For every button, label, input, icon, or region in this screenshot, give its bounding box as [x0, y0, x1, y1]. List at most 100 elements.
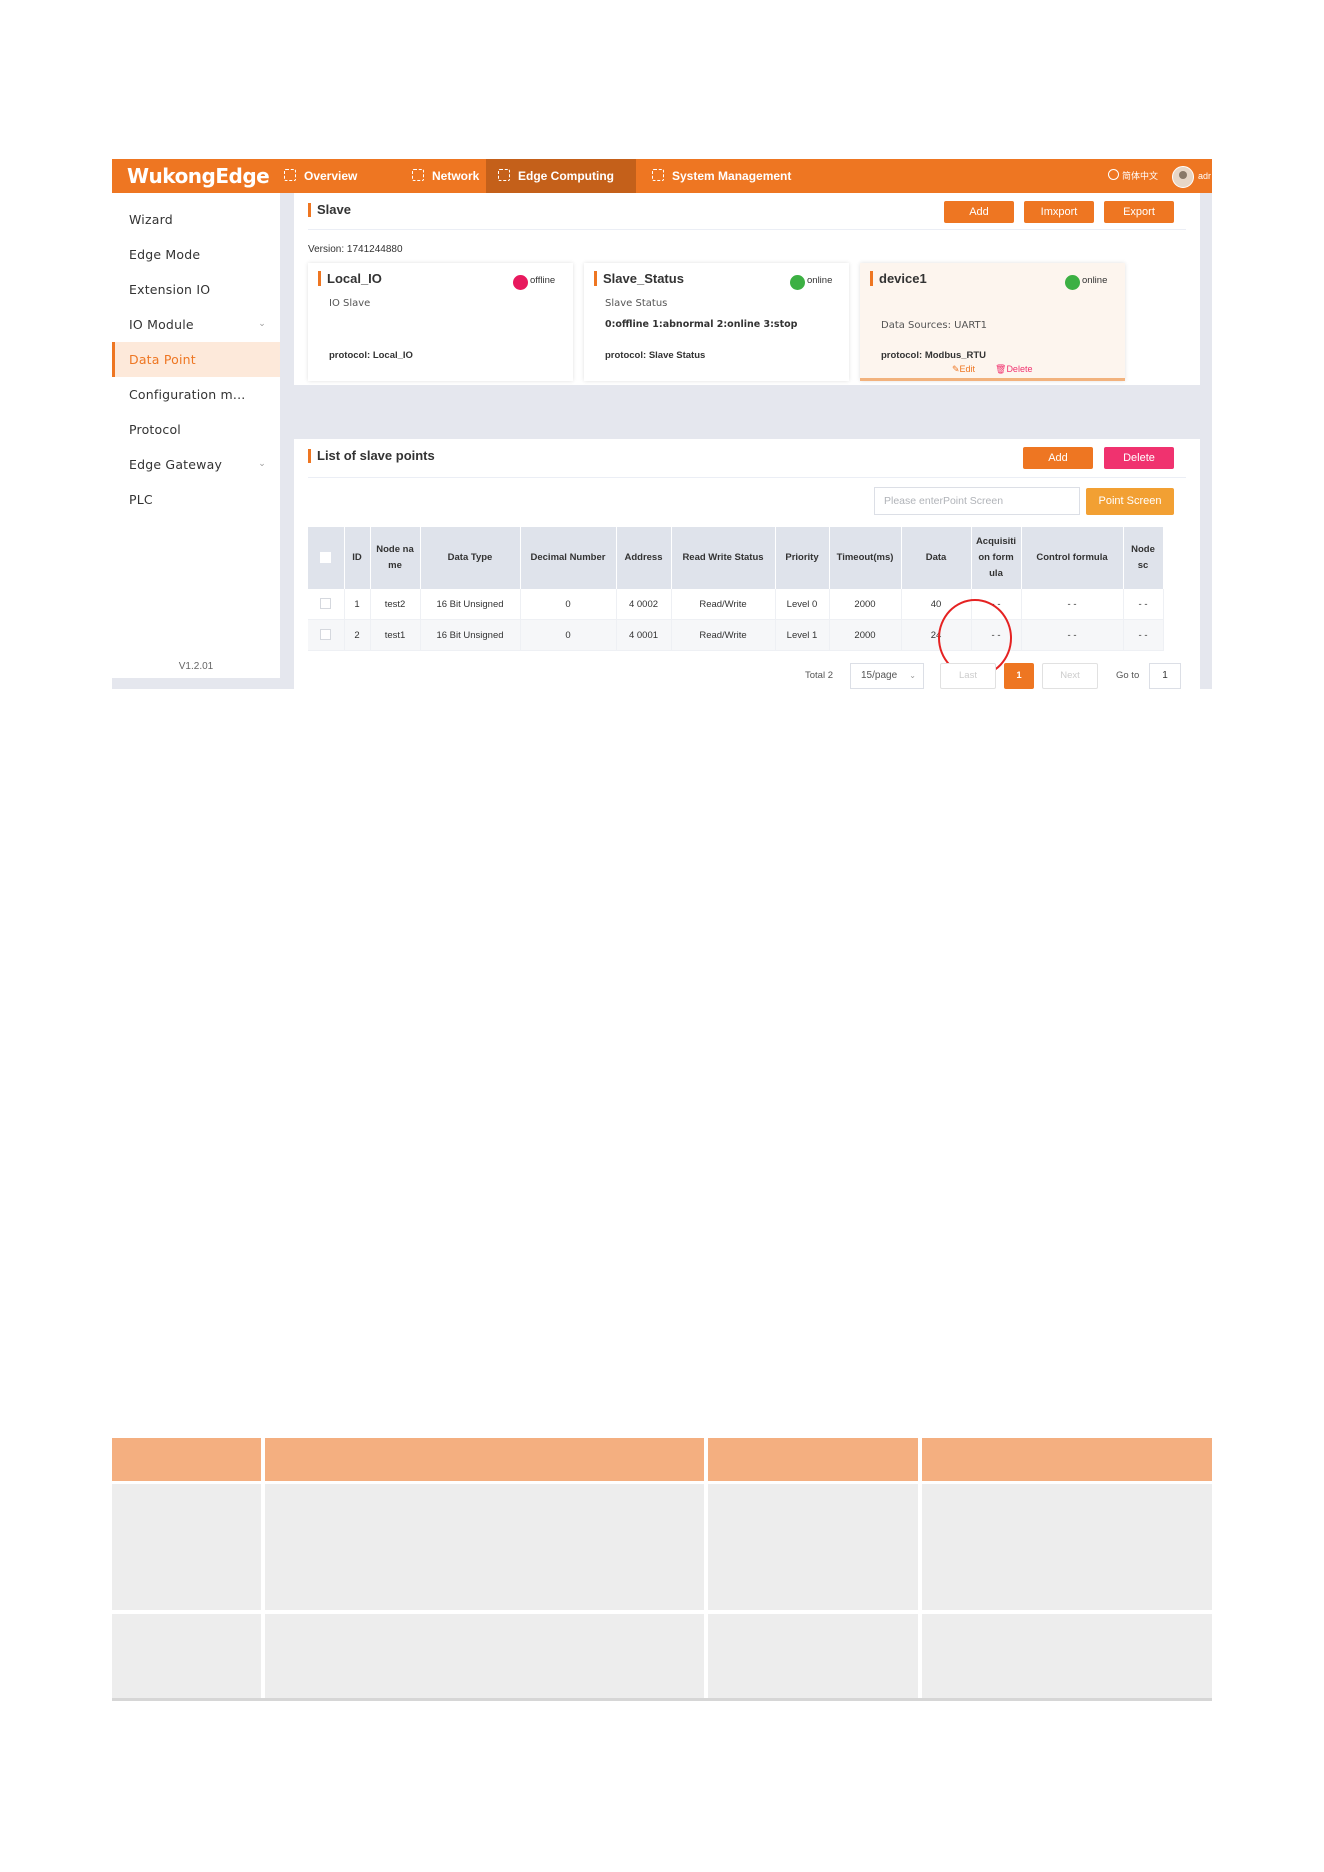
sidebar-item-label: Edge Mode [129, 247, 201, 262]
table-row[interactable]: 2 test1 16 Bit Unsigned 0 4 0001 Read/Wr… [308, 619, 1164, 651]
table-cell: 2000 [829, 589, 902, 620]
table-header-cell [265, 1438, 704, 1481]
table-cell [922, 1614, 1212, 1698]
column-header: Read Write Status [671, 527, 776, 589]
edit-icon: ✎ [952, 364, 960, 374]
select-all-checkbox[interactable] [308, 527, 345, 589]
table-cell: Level 1 [775, 619, 830, 651]
protocol-value: Local_IO [372, 350, 413, 361]
sidebar-item-io-module[interactable]: IO Module ⌄ [112, 307, 280, 342]
protocol-label: protocol: [605, 350, 647, 361]
points-add-button[interactable]: Add [1023, 447, 1093, 469]
sidebar-item-label: IO Module [129, 317, 194, 332]
table-cell: 0 [520, 619, 617, 651]
row-checkbox[interactable] [308, 589, 345, 620]
overview-icon [284, 169, 296, 181]
table-cell: - - [1021, 619, 1124, 651]
sidebar-item-configuration[interactable]: Configuration m... [112, 377, 280, 412]
user-name[interactable]: adr [1198, 159, 1211, 193]
table-row[interactable]: 1 test2 16 Bit Unsigned 0 4 0002 Read/Wr… [308, 589, 1164, 620]
sidebar-item-plc[interactable]: PLC [112, 482, 280, 517]
sidebar-item-edge-gateway[interactable]: Edge Gateway ⌄ [112, 447, 280, 482]
edge-computing-icon [498, 169, 510, 181]
column-header: Decimal Number [520, 527, 617, 589]
system-management-icon [652, 169, 664, 181]
column-header: Timeout(ms) [829, 527, 902, 589]
slave-version: Version: 1741244880 [308, 244, 403, 255]
brand-logo: WukongEdge [127, 164, 270, 188]
slave-card-device1[interactable]: device1 online Data Sources: UART1 proto… [860, 263, 1125, 381]
table-cell [112, 1614, 261, 1698]
column-header: Node na me [370, 527, 421, 589]
sidebar-item-label: Configuration m... [129, 387, 246, 402]
table-cell: 16 Bit Unsigned [420, 619, 521, 651]
version-value: 1741244880 [346, 244, 403, 255]
points-delete-button[interactable]: Delete [1104, 447, 1174, 469]
protocol-label: protocol: [329, 350, 371, 361]
row-checkbox[interactable] [308, 619, 345, 651]
nav-network[interactable]: Network [400, 159, 491, 193]
sidebar-item-extension-io[interactable]: Extension IO [112, 272, 280, 307]
point-search-input[interactable]: Please enterPoint Screen [874, 487, 1080, 515]
protocol-value: Modbus_RTU [924, 350, 987, 361]
slave-panel: Slave Add Imxport Export Version: 174124… [294, 193, 1200, 385]
column-header: Data Type [420, 527, 521, 589]
sidebar-item-data-point[interactable]: Data Point [112, 342, 280, 377]
nav-system-management[interactable]: System Management [640, 159, 803, 193]
language-switch[interactable]: 简体中文 [1108, 159, 1158, 193]
page-size-select[interactable]: 15/page ⌄ [850, 663, 924, 689]
table-cell [265, 1614, 704, 1698]
version-label: Version: [308, 244, 345, 255]
table-cell [922, 1484, 1212, 1610]
slave-points-title: List of slave points [308, 449, 435, 463]
avatar[interactable] [1172, 166, 1194, 188]
divider [308, 229, 1186, 230]
slave-card-status: online [1082, 275, 1108, 286]
slave-card-status: offline [530, 275, 556, 286]
divider [308, 477, 1186, 478]
sidebar-item-wizard[interactable]: Wizard [112, 202, 280, 237]
table-cell: - - [1123, 619, 1164, 651]
sidebar-item-edge-mode[interactable]: Edge Mode [112, 237, 280, 272]
table-cell: 0 [520, 589, 617, 620]
table-cell: 4 0002 [616, 589, 672, 620]
prev-page-button[interactable]: Last [940, 663, 996, 689]
trash-icon: 🗑 [995, 364, 1007, 374]
next-page-button[interactable]: Next [1042, 663, 1098, 689]
table-cell: 4 0001 [616, 619, 672, 651]
table-cell: Read/Write [671, 619, 776, 651]
table-cell: - - [1021, 589, 1124, 620]
status-online-icon [790, 275, 805, 290]
sidebar-item-label: Edge Gateway [129, 457, 223, 472]
top-navbar: WukongEdge Overview Network Edge Computi… [112, 159, 1212, 193]
point-screen-button[interactable]: Point Screen [1086, 488, 1174, 515]
slave-card-delete-link[interactable]: 🗑Delete [995, 364, 1032, 375]
table-cell [708, 1484, 918, 1610]
slave-panel-title: Slave [308, 203, 351, 217]
table-cell: 1 [344, 589, 371, 620]
table-header-cell [112, 1438, 261, 1481]
table-cell: 16 Bit Unsigned [420, 589, 521, 620]
slave-card-edit-link[interactable]: ✎Edit [952, 364, 975, 375]
nav-overview[interactable]: Overview [272, 159, 369, 193]
goto-label: Go to [1116, 670, 1140, 681]
nav-edge-computing[interactable]: Edge Computing [486, 159, 636, 193]
pagination-total: Total 2 [805, 670, 833, 681]
chevron-down-icon: ⌄ [258, 319, 266, 329]
column-header: Node sc [1123, 527, 1164, 589]
slave-import-button[interactable]: Imxport [1024, 201, 1094, 223]
chevron-down-icon: ⌄ [909, 671, 916, 680]
slave-card-slave-status[interactable]: Slave_Status online Slave Status 0:offli… [584, 263, 849, 381]
slave-export-button[interactable]: Export [1104, 201, 1174, 223]
app-version: V1.2.01 [178, 661, 214, 672]
slave-card-status: online [807, 275, 833, 286]
status-online-icon [1065, 275, 1080, 290]
slave-card-name: Slave_Status [594, 271, 684, 286]
slave-card-local-io[interactable]: Local_IO offline IO Slave protocol: Loca… [308, 263, 573, 381]
slave-card-protocol: protocol: Local_IO [329, 350, 413, 361]
page-1-button[interactable]: 1 [1004, 663, 1034, 689]
goto-page-input[interactable]: 1 [1149, 663, 1181, 689]
sidebar-item-protocol[interactable]: Protocol [112, 412, 280, 447]
slave-add-button[interactable]: Add [944, 201, 1014, 223]
slave-card-name: Local_IO [318, 271, 382, 286]
